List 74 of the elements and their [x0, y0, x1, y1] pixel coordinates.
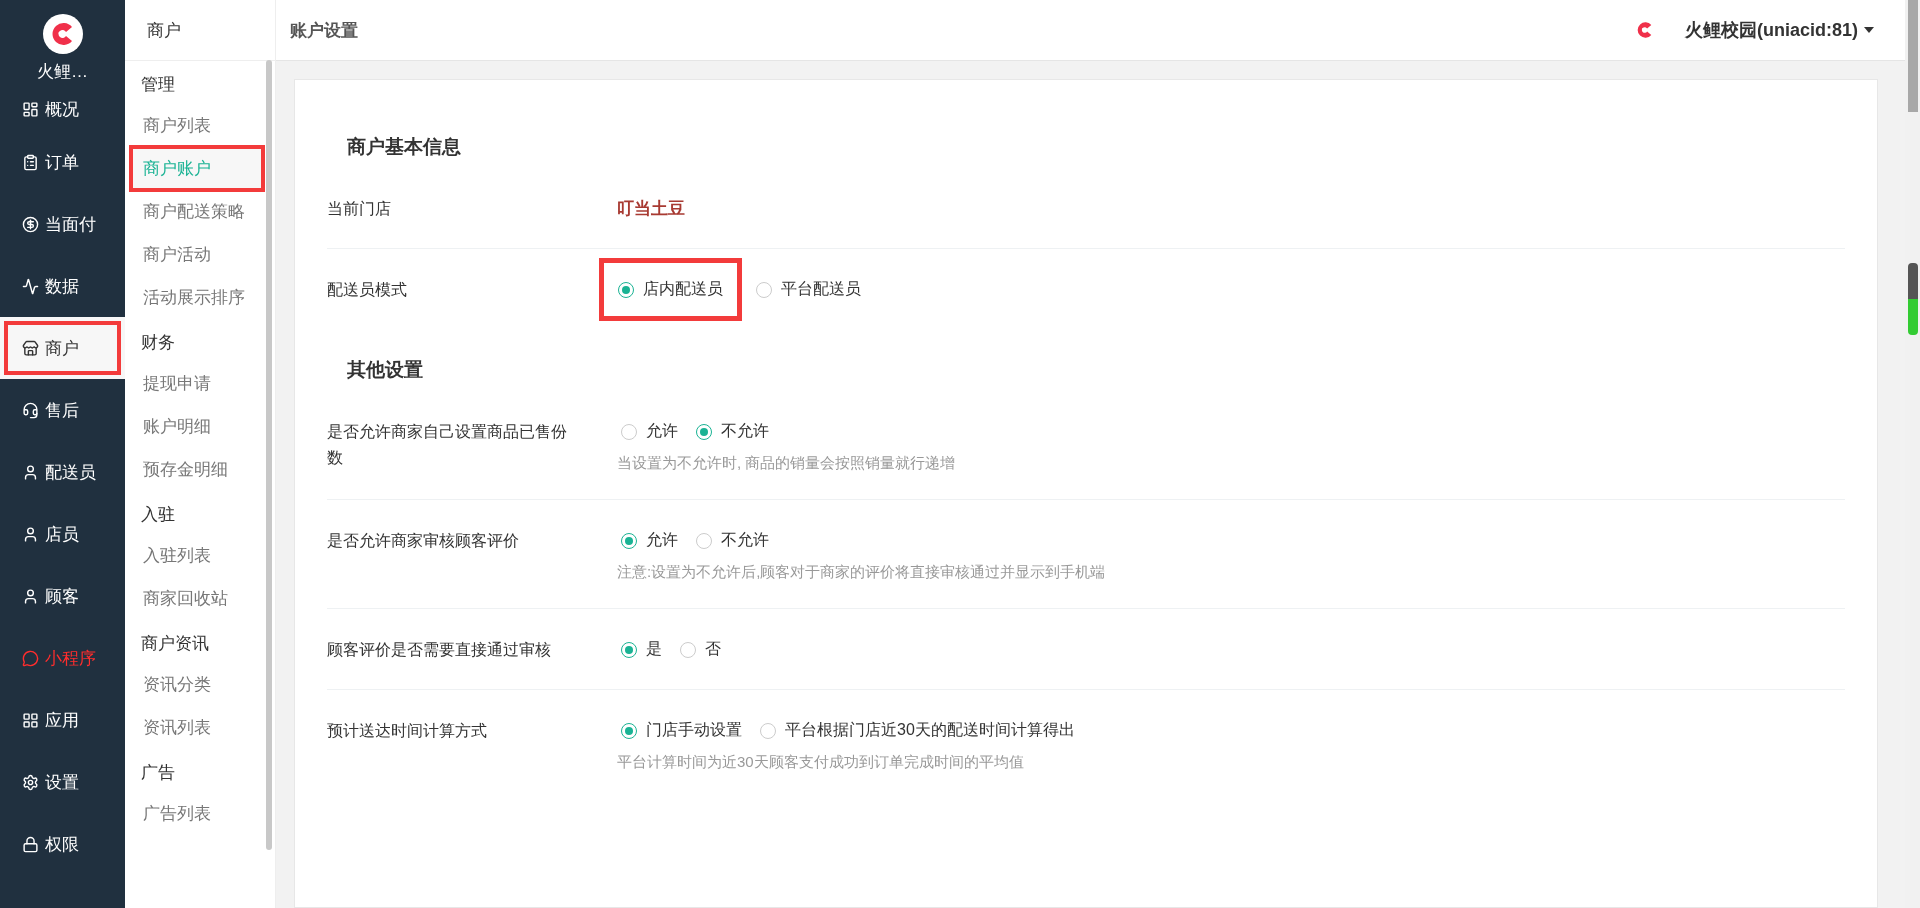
sub-nav-item[interactable]: 账户明细	[131, 405, 263, 448]
radio-option[interactable]: 不允许	[692, 419, 773, 444]
sub-nav-item[interactable]: 预存金明细	[131, 448, 263, 491]
sub-nav-item[interactable]: 商家回收站	[131, 577, 263, 620]
hint-text: 当设置为不允许时, 商品的销量会按照销量就行递增	[617, 454, 956, 473]
field-label: 顾客评价是否需要直接通过审核	[327, 640, 552, 660]
sub-nav-item[interactable]: 资讯分类	[131, 663, 263, 706]
sub-nav-item[interactable]: 入驻列表	[131, 534, 263, 577]
radio-option[interactable]: 平台根据门店近30天的配送时间计算得出	[756, 718, 1079, 743]
grid-icon	[22, 711, 39, 729]
sub-nav-item[interactable]: 商户配送策略	[131, 190, 263, 233]
radio-option[interactable]: 不允许	[692, 528, 773, 553]
hint-text: 注意:设置为不允许后,顾客对于商家的评价将直接审核通过并显示到手机端	[617, 563, 1106, 582]
nav-item[interactable]: 商户	[0, 317, 125, 379]
page-title: 账户设置	[290, 19, 358, 42]
user-icon	[22, 587, 39, 605]
nav-item[interactable]: 权限	[0, 813, 125, 875]
sub-nav-item[interactable]: 提现申请	[131, 362, 263, 405]
section-title: 其他设置	[347, 358, 424, 382]
lock-icon	[22, 835, 39, 853]
chat-icon	[22, 649, 39, 667]
nav-item[interactable]: 概况	[0, 87, 125, 131]
sub-nav-item[interactable]: 资讯列表	[131, 706, 263, 749]
radio-option[interactable]: 允许	[617, 528, 682, 553]
user-icon	[22, 463, 39, 481]
field-label: 当前门店	[327, 199, 392, 219]
field-label: 是否允许商家审核顾客评价	[327, 531, 520, 551]
user-icon	[22, 525, 39, 543]
dashboard-icon	[22, 100, 39, 118]
radio-option[interactable]: 平台配送员	[752, 277, 865, 302]
settings-icon	[22, 773, 39, 791]
account-menu[interactable]: 火鲤校园(uniacid:81)	[1625, 15, 1880, 45]
nav-item[interactable]: 配送员	[0, 441, 125, 503]
nav-item[interactable]: 小程序	[0, 627, 125, 689]
sub-nav-item[interactable]: 商户活动	[131, 233, 263, 276]
group-title: 广告	[140, 762, 176, 784]
field-label: 预计送达时间计算方式	[327, 721, 488, 741]
radio-option[interactable]: 门店手动设置	[617, 718, 746, 743]
nav-item[interactable]: 设置	[0, 751, 125, 813]
sub-nav-item[interactable]: 商户列表	[131, 104, 263, 147]
sub-nav-item[interactable]: 活动展示排序	[131, 276, 263, 319]
caret-icon	[1864, 27, 1874, 33]
radio-option[interactable]: 否	[676, 637, 725, 662]
level-meter-icon	[1908, 263, 1918, 335]
group-title: 管理	[140, 74, 176, 96]
clipboard-icon	[22, 153, 39, 171]
store-icon	[22, 339, 39, 357]
sub-sidebar-title: 商户	[125, 0, 275, 61]
sub-nav-item[interactable]: 广告列表	[131, 792, 263, 835]
nav-item[interactable]: 店员	[0, 503, 125, 565]
nav-item[interactable]: 当面付	[0, 193, 125, 255]
field-label: 是否允许商家自己设置商品已售份数	[327, 422, 568, 468]
nav-item[interactable]: 顾客	[0, 565, 125, 627]
chart-icon	[22, 277, 39, 295]
nav-item[interactable]: 订单	[0, 131, 125, 193]
nav-item[interactable]: 售后	[0, 379, 125, 441]
nav-item[interactable]: 应用	[0, 689, 125, 751]
section-title: 商户基本信息	[347, 135, 462, 159]
group-title: 财务	[140, 332, 176, 354]
hint-text: 平台计算时间为近30天顾客支付成功到订单完成时间的平均值	[617, 753, 1025, 772]
headset-icon	[22, 401, 39, 419]
field-label: 配送员模式	[327, 280, 408, 300]
radio-option[interactable]: 是	[617, 637, 666, 662]
yuan-coin-icon	[22, 215, 39, 233]
nav-item[interactable]: 数据	[0, 255, 125, 317]
radio-option[interactable]: 允许	[617, 419, 682, 444]
scrollbar-thumb[interactable]	[266, 60, 272, 850]
scrollbar-thumb[interactable]	[1908, 0, 1918, 112]
store-name: 叮当土豆	[617, 198, 685, 220]
brand-name: 火鲤…	[37, 61, 88, 83]
radio-option[interactable]: 店内配送员	[599, 258, 742, 321]
fish-logo-icon	[42, 14, 83, 54]
group-title: 商户资讯	[140, 633, 210, 655]
group-title: 入驻	[140, 504, 176, 526]
